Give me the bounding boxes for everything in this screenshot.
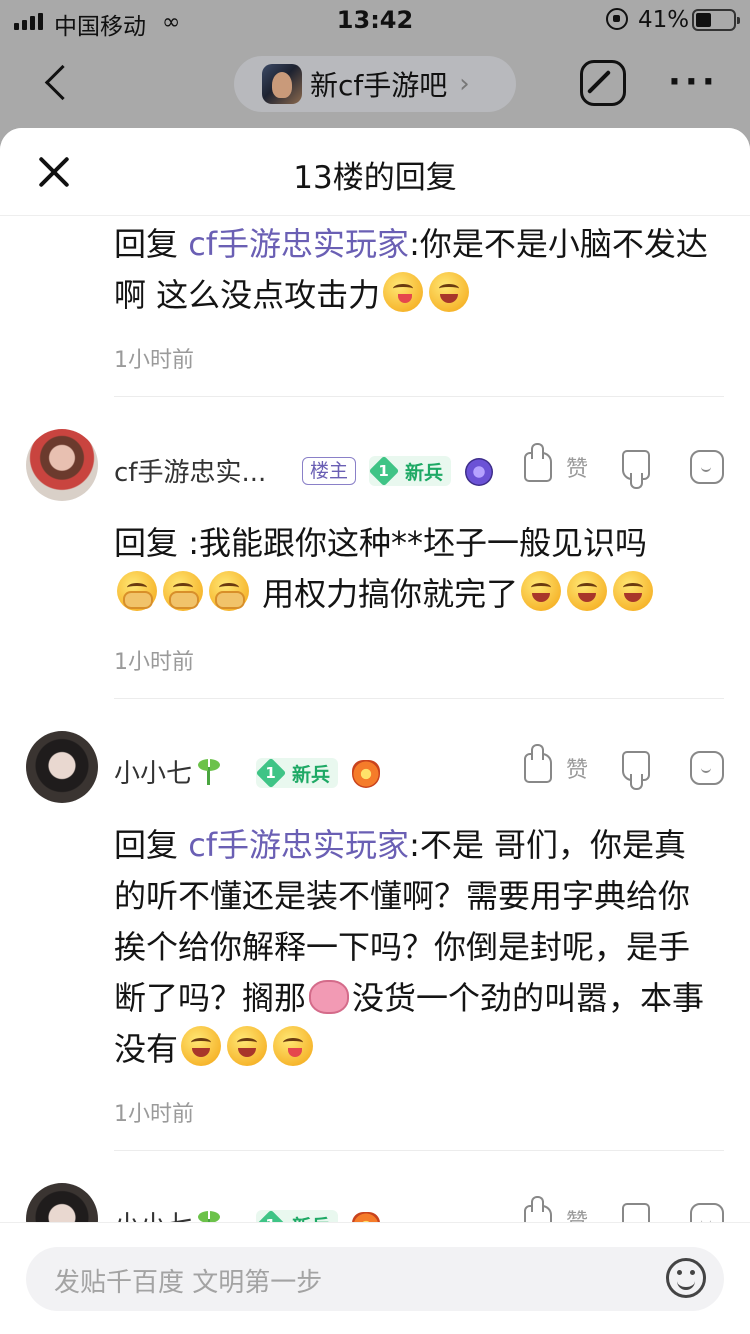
face-with-hand-emoji-icon: [117, 571, 157, 611]
forum-avatar: [262, 64, 302, 104]
thumb-up-icon: [524, 744, 552, 783]
yum-emoji-icon: [383, 272, 424, 312]
top-nav: 新cf手游吧 › ···: [0, 44, 750, 128]
forum-name: 新cf手游吧: [310, 69, 448, 102]
thumb-up-icon: [524, 443, 552, 482]
grin-emoji-icon: [613, 571, 654, 611]
medal-icon: [352, 760, 380, 788]
like-label: 赞: [566, 457, 589, 482]
status-bar: 中国移动 ∞ 13:42 41%: [0, 0, 750, 40]
comment-body: :我能跟你这种**坯子一般见识吗: [188, 524, 647, 562]
comment-input[interactable]: 发贴千百度 文明第一步: [26, 1247, 724, 1311]
grin-emoji-icon: [181, 1026, 222, 1066]
avatar[interactable]: [26, 731, 98, 803]
like-button[interactable]: 赞: [524, 1196, 594, 1222]
brain-emoji-icon: [309, 980, 350, 1014]
sprout-icon: [196, 1209, 222, 1222]
comment-time: 1小时前: [114, 650, 194, 675]
mention-link[interactable]: cf手游忠实玩家: [188, 826, 409, 864]
edit-post-icon[interactable]: [580, 60, 626, 106]
reply-prefix: 回复: [114, 225, 179, 263]
chevron-right-icon: ›: [459, 69, 470, 99]
level-gem-icon: 1: [255, 1209, 287, 1222]
avatar[interactable]: [26, 1183, 98, 1222]
sheet-title: 13楼的回复: [293, 160, 457, 196]
level-gem-icon: 1: [255, 757, 287, 789]
like-label: 赞: [566, 758, 589, 783]
reply-list[interactable]: 回复 cf手游忠实玩家:你是不是小脑不发达啊 这么没点攻击力 1小时前 cf手游…: [0, 216, 750, 1222]
divider: [114, 698, 724, 699]
reply-comment-icon[interactable]: [690, 1203, 724, 1222]
username[interactable]: cf手游忠实...: [114, 452, 266, 489]
grin-emoji-icon: [567, 571, 608, 611]
level-badge: 1 新兵: [255, 757, 339, 789]
like-label: 赞: [566, 1204, 588, 1222]
thumb-down-icon: [622, 450, 650, 480]
comment-text: 回复 :我能跟你这种**坯子一般见识吗 用权力搞你就完了: [114, 518, 718, 620]
yum-emoji-icon: [273, 1026, 314, 1066]
comment-body: 用权力搞你就完了: [262, 575, 519, 613]
face-with-hand-emoji-icon: [163, 571, 203, 611]
level-name: 新兵: [405, 461, 444, 484]
comment-text: 回复 cf手游忠实玩家:不是 哥们，你是真的听不懂还是装不懂啊？需要用字典给你挨…: [114, 820, 718, 1075]
reply-comment-icon[interactable]: [690, 751, 724, 785]
divider: [114, 1150, 724, 1151]
emoji-picker-icon[interactable]: [666, 1258, 706, 1298]
reply-comment-icon[interactable]: [690, 450, 724, 484]
face-with-hand-emoji-icon: [209, 571, 249, 611]
sheet-header: 13楼的回复: [0, 128, 750, 216]
comment-text: 回复 cf手游忠实玩家:你是不是小脑不发达啊 这么没点攻击力: [114, 219, 718, 321]
medal-icon: [352, 1212, 380, 1222]
sprout-icon: [196, 757, 222, 785]
battery-percent: 41%: [638, 7, 690, 33]
reply-prefix: 回复: [114, 826, 179, 864]
medal-icon: [465, 458, 493, 486]
level-badge: 1 新兵: [255, 1209, 339, 1223]
host-badge: 楼主: [302, 457, 357, 485]
grin-emoji-icon: [429, 272, 470, 312]
back-button[interactable]: [40, 62, 80, 106]
grin-emoji-icon: [521, 571, 562, 611]
avatar[interactable]: [26, 429, 98, 501]
username: 小小七: [114, 759, 193, 789]
comment-time: 1小时前: [114, 1102, 194, 1127]
like-button[interactable]: 赞: [524, 744, 594, 789]
comment-time: 1小时前: [114, 348, 194, 373]
like-button[interactable]: 赞: [524, 443, 594, 488]
forum-entry-button[interactable]: 新cf手游吧 ›: [234, 56, 516, 112]
level-gem-icon: 1: [368, 455, 400, 487]
thumb-up-icon: [524, 1196, 552, 1222]
reply-prefix: 回复: [114, 524, 179, 562]
username-row[interactable]: 小小七: [114, 753, 222, 790]
thumb-down-icon: [622, 1203, 650, 1222]
reply-sheet: 13楼的回复 回复 cf手游忠实玩家:你是不是小脑不发达啊 这么没点攻击力 1小…: [0, 128, 750, 1334]
battery-icon: [692, 9, 740, 31]
grin-emoji-icon: [227, 1026, 268, 1066]
level-name: 新兵: [292, 763, 331, 786]
level-badge: 1 新兵: [368, 455, 452, 487]
dislike-button[interactable]: [622, 448, 656, 488]
divider: [114, 396, 724, 397]
rotation-lock-icon: [606, 8, 628, 30]
thumb-down-icon: [622, 751, 650, 781]
comment-input-bar: 发贴千百度 文明第一步: [0, 1222, 750, 1334]
dislike-button[interactable]: [622, 1201, 656, 1222]
input-placeholder: 发贴千百度 文明第一步: [54, 1268, 323, 1298]
mention-link[interactable]: cf手游忠实玩家: [188, 225, 409, 263]
dislike-button[interactable]: [622, 749, 656, 789]
username: 小小七: [114, 1211, 192, 1222]
level-name: 新兵: [292, 1212, 330, 1223]
more-options-icon[interactable]: ···: [668, 62, 719, 102]
username-row[interactable]: 小小七: [114, 1205, 222, 1222]
